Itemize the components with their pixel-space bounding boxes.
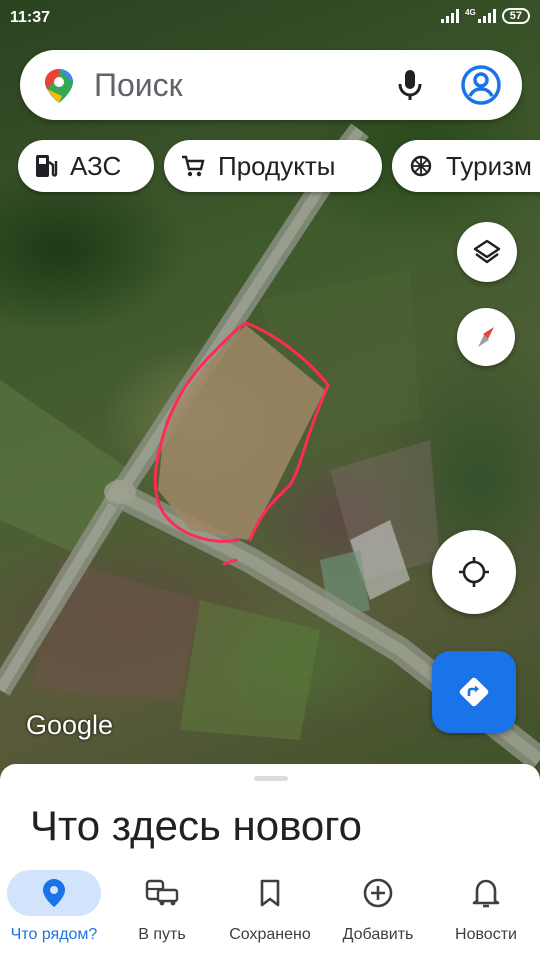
sheet-drag-handle[interactable] <box>254 776 288 781</box>
bottom-navigation: Что рядом? В путь Сохранено Добавить Нов… <box>0 856 540 960</box>
gas-station-icon <box>36 155 58 177</box>
my-location-button[interactable] <box>432 530 516 614</box>
bell-icon <box>472 879 500 908</box>
chip-gas-station[interactable]: АЗС <box>18 140 154 192</box>
nav-icon-container <box>7 870 101 916</box>
directions-button[interactable] <box>432 651 516 733</box>
signal-icon-2 <box>477 9 496 23</box>
nav-explore[interactable]: Что рядом? <box>0 856 108 960</box>
status-icons: 4G 57 <box>441 8 530 24</box>
chip-label: Туризм <box>446 150 532 181</box>
nav-label: Новости <box>455 926 517 943</box>
google-logo: Google <box>26 710 114 740</box>
bottom-sheet[interactable]: Что здесь нового <box>0 764 540 860</box>
my-location-icon <box>459 557 489 587</box>
status-bar: 11:37 4G 57 <box>0 0 540 36</box>
search-bar[interactable]: Поиск <box>20 50 522 120</box>
account-icon[interactable] <box>460 64 502 111</box>
nav-icon-container <box>115 870 209 916</box>
compass-button[interactable] <box>457 308 515 366</box>
nav-icon-container <box>331 870 425 916</box>
google-maps-pin-icon <box>44 68 74 109</box>
layers-icon <box>473 239 501 264</box>
nav-updates[interactable]: Новости <box>432 856 540 960</box>
battery-level: 57 <box>501 8 530 24</box>
chip-tourism[interactable]: Туризм <box>392 140 540 192</box>
bookmark-icon <box>260 879 280 907</box>
nav-icon-container <box>439 870 533 916</box>
signal-icon <box>441 9 460 23</box>
place-pin-icon <box>43 879 65 907</box>
commute-icon <box>145 879 179 906</box>
nav-contribute[interactable]: Добавить <box>324 856 432 960</box>
search-placeholder: Поиск <box>94 67 183 103</box>
directions-icon <box>459 677 489 707</box>
nav-icon-container <box>223 870 317 916</box>
nav-commute[interactable]: В путь <box>108 856 216 960</box>
attraction-icon <box>410 155 432 177</box>
sheet-title: Что здесь нового <box>30 802 363 849</box>
chip-label: АЗС <box>70 150 122 181</box>
cart-icon <box>182 155 205 177</box>
chip-label: Продукты <box>218 150 336 181</box>
layers-button[interactable] <box>457 222 517 282</box>
mic-icon[interactable] <box>396 68 424 107</box>
nav-saved[interactable]: Сохранено <box>216 856 324 960</box>
network-type: 4G <box>465 8 476 17</box>
compass-icon <box>478 327 494 347</box>
chip-groceries[interactable]: Продукты <box>164 140 382 192</box>
status-time: 11:37 <box>10 9 51 26</box>
add-circle-icon <box>363 878 393 908</box>
